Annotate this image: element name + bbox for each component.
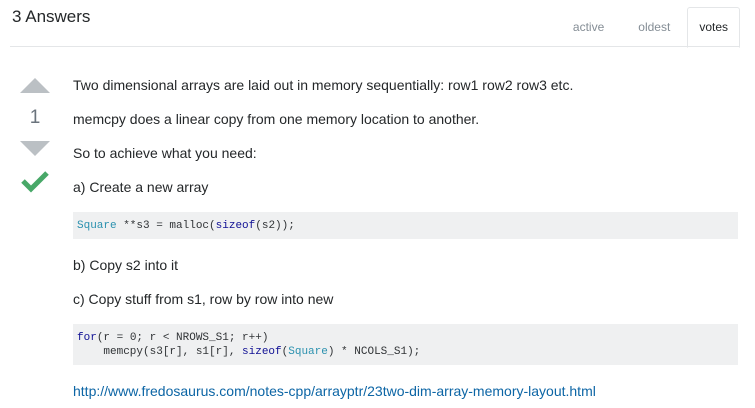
answer-paragraph: c) Copy stuff from s1, row by row into n… <box>73 291 334 307</box>
code-token: Square <box>288 346 328 358</box>
answers-count-heading: 3 Answers <box>12 7 91 26</box>
answer-paragraph: a) Create a new array <box>73 179 209 195</box>
answer-sort-tabs: active oldest votes <box>556 6 740 48</box>
answer-paragraph: Two dimensional arrays are laid out in m… <box>73 77 574 93</box>
code-block-malloc: Square **s3 = malloc(sizeof(s2)); <box>73 212 738 239</box>
tab-active[interactable]: active <box>556 7 621 47</box>
tab-votes[interactable]: votes <box>687 7 740 48</box>
downvote-arrow-icon[interactable] <box>20 141 50 156</box>
code-token: for <box>77 332 97 344</box>
code-token: ) * NCOLS_S1); <box>327 346 421 358</box>
header-divider <box>10 46 740 47</box>
code-token: sizeof <box>215 220 256 232</box>
reference-link[interactable]: http://www.fredosaurus.com/notes-cpp/arr… <box>73 383 596 399</box>
answers-section: 3 Answers active oldest votes 1 Two dime… <box>0 0 755 408</box>
code-token: (s2)); <box>255 220 295 232</box>
answer-paragraph: b) Copy s2 into it <box>73 257 179 273</box>
vote-count: 1 <box>29 107 41 128</box>
code-token: **s3 = malloc( <box>116 220 216 232</box>
upvote-arrow-icon[interactable] <box>20 78 50 93</box>
vote-cell: 1 <box>15 78 55 193</box>
code-token: Square <box>77 220 117 232</box>
accepted-checkmark-icon <box>21 169 49 193</box>
code-block-memcpy: for(r = 0; r < NROWS_S1; r++) memcpy(s3[… <box>73 324 738 365</box>
code-token: sizeof <box>242 346 282 358</box>
code-token: (r = 0; r < NROWS_S1; r++) <box>96 332 269 344</box>
answer-paragraph: So to achieve what you need: <box>73 145 257 161</box>
code-token: memcpy(s3[r], s1[r], <box>77 346 243 358</box>
answer-body: Two dimensional arrays are laid out in m… <box>73 76 738 400</box>
answer-paragraph: memcpy does a linear copy from one memor… <box>73 111 480 127</box>
tab-oldest[interactable]: oldest <box>621 7 687 47</box>
